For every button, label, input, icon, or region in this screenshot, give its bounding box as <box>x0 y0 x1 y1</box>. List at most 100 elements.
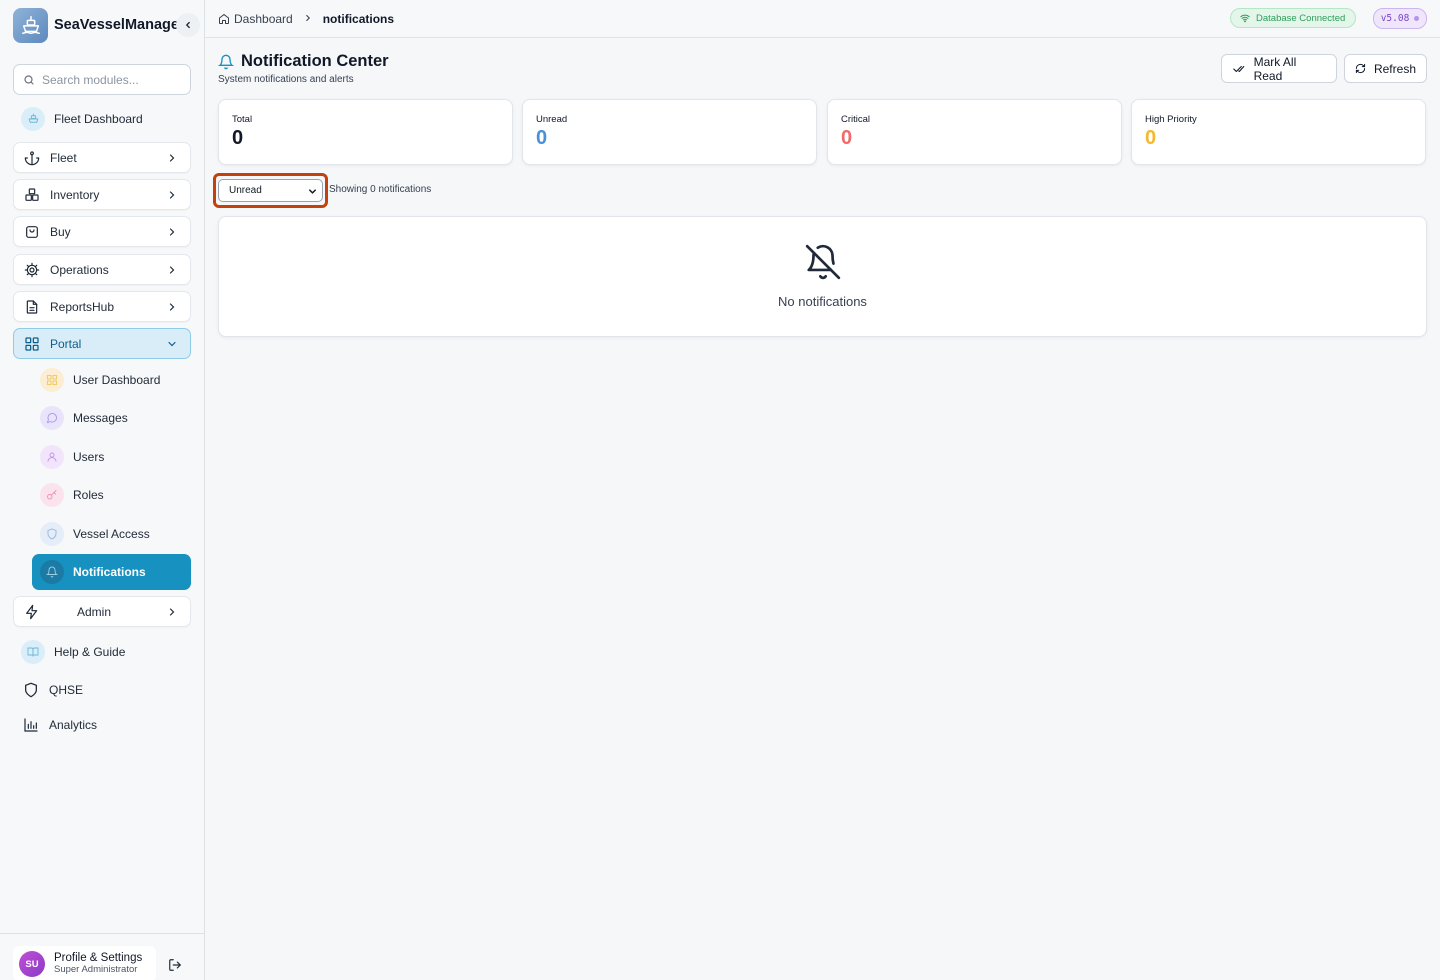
sidebar-subitem-messages[interactable]: Messages <box>32 400 191 436</box>
stat-label: Critical <box>841 114 871 125</box>
sidebar-subitem-users[interactable]: Users <box>32 439 191 475</box>
bar-chart-icon <box>22 716 40 734</box>
sidebar-subitem-vessel-access[interactable]: Vessel Access <box>32 516 191 552</box>
anchor-icon <box>23 149 41 167</box>
message-icon <box>40 406 64 430</box>
empty-state-message: No notifications <box>778 294 867 309</box>
sidebar-item-analytics[interactable]: Analytics <box>13 709 191 740</box>
sidebar-item-label: Help & Guide <box>54 644 126 659</box>
sidebar-item-inventory[interactable]: Inventory <box>13 179 191 210</box>
mark-all-read-button[interactable]: Mark All Read <box>1221 54 1337 83</box>
sidebar-item-label: Messages <box>73 411 128 425</box>
stat-value: 0 <box>1145 127 1157 149</box>
search-input[interactable] <box>42 72 182 87</box>
sidebar-item-label: Portal <box>50 336 82 351</box>
dashboard-icon <box>40 368 64 392</box>
sidebar-item-label: User Dashboard <box>73 373 161 387</box>
page-subtitle: System notifications and alerts <box>218 74 354 85</box>
stat-value: 0 <box>232 127 244 149</box>
boxes-icon <box>23 186 41 204</box>
top-bar: Dashboard notifications Database Connect… <box>205 0 1440 38</box>
stat-value: 0 <box>536 127 548 149</box>
layout-grid-icon <box>23 335 41 353</box>
stat-card-critical: Critical 0 <box>827 99 1122 165</box>
sidebar-item-reportshub[interactable]: ReportsHub <box>13 291 191 322</box>
gear-icon <box>23 261 41 279</box>
chevron-right-icon <box>169 191 175 199</box>
notification-count-text: Showing 0 notifications <box>329 184 432 195</box>
chevron-right-icon <box>303 12 313 26</box>
sidebar-item-label: Vessel Access <box>73 527 150 541</box>
profile-settings-button[interactable]: SU Profile & Settings Super Administrato… <box>13 946 156 980</box>
chevron-left-icon <box>186 21 190 29</box>
sidebar-item-label: ReportsHub <box>50 299 115 314</box>
sidebar-item-buy[interactable]: Buy <box>13 216 191 247</box>
book-open-icon <box>21 639 45 664</box>
ship-icon <box>21 106 45 131</box>
stat-label: High Priority <box>1145 114 1197 125</box>
stat-card-high-priority: High Priority 0 <box>1131 99 1426 165</box>
refresh-button[interactable]: Refresh <box>1344 54 1427 83</box>
sidebar-item-qhse[interactable]: QHSE <box>13 674 191 705</box>
stat-label: Total <box>232 114 253 125</box>
sidebar-item-operations[interactable]: Operations <box>13 254 191 285</box>
shield-icon <box>22 681 40 699</box>
profile-role: Super Administrator <box>54 964 138 976</box>
app-name: SeaVesselManager <box>54 17 185 33</box>
breadcrumb-home-link[interactable]: Dashboard <box>234 12 293 26</box>
breadcrumb: Dashboard notifications <box>218 12 394 26</box>
sidebar-item-admin[interactable]: Admin <box>13 596 191 627</box>
sidebar-item-help-guide[interactable]: Help & Guide <box>13 636 191 667</box>
status-dot-icon <box>1414 16 1420 21</box>
collapse-sidebar-button[interactable] <box>176 13 200 37</box>
shield-icon <box>40 522 64 546</box>
brand: SeaVesselManager <box>0 0 204 50</box>
sidebar-subitem-roles[interactable]: Roles <box>32 477 191 513</box>
logout-icon[interactable] <box>168 958 182 972</box>
ship-logo-icon <box>13 7 48 43</box>
double-check-icon <box>1233 65 1245 72</box>
sidebar-item-fleet[interactable]: Fleet <box>13 142 191 173</box>
sidebar-item-label: Users <box>73 450 105 464</box>
sidebar: SeaVesselManager Fleet Dashboard Fleet I… <box>0 0 205 980</box>
sidebar-footer: SU Profile & Settings Super Administrato… <box>0 933 204 980</box>
mark-all-read-label: Mark All Read <box>1253 54 1297 83</box>
refresh-icon <box>1355 63 1366 74</box>
user-icon <box>40 445 64 469</box>
module-search[interactable] <box>13 64 191 95</box>
bell-icon <box>218 54 234 69</box>
status-filter-select[interactable]: Unread <box>218 179 323 202</box>
stat-card-total: Total 0 <box>218 99 513 165</box>
key-icon <box>40 483 64 507</box>
sidebar-item-label: Fleet <box>50 150 77 165</box>
chevron-down-icon <box>309 189 316 194</box>
sidebar-item-portal[interactable]: Portal <box>13 328 191 359</box>
sidebar-item-label: Fleet Dashboard <box>54 111 143 126</box>
sidebar-item-label: Buy <box>50 224 71 239</box>
sidebar-item-label: Analytics <box>49 717 98 732</box>
lightning-icon <box>23 603 41 621</box>
chevron-right-icon <box>169 608 175 616</box>
sidebar-subitem-notifications[interactable]: Notifications <box>32 554 191 590</box>
stat-label: Unread <box>536 114 568 125</box>
filter-highlight: Unread <box>213 173 328 208</box>
wifi-icon <box>1240 14 1250 23</box>
sidebar-item-label: Roles <box>73 488 104 502</box>
sidebar-item-label: Inventory <box>50 187 100 202</box>
version-text: v5.08 <box>1380 13 1410 24</box>
status-filter-value: Unread <box>229 185 262 196</box>
home-icon <box>219 14 229 24</box>
chevron-down-icon <box>168 341 176 347</box>
page-title: Notification Center <box>218 52 389 71</box>
database-status-text: Database Connected <box>1256 12 1346 24</box>
sidebar-item-label: Operations <box>50 262 109 277</box>
sidebar-item-fleet-dashboard[interactable]: Fleet Dashboard <box>13 103 191 134</box>
sidebar-item-label: Notifications <box>73 565 146 579</box>
sidebar-subitem-user-dashboard[interactable]: User Dashboard <box>32 362 191 398</box>
bell-off-icon <box>805 244 841 280</box>
sidebar-item-label: Admin <box>77 604 112 619</box>
shopping-bag-icon <box>23 223 41 241</box>
chevron-right-icon <box>169 266 175 274</box>
version-badge: v5.08 <box>1373 8 1427 29</box>
avatar: SU <box>19 951 45 977</box>
